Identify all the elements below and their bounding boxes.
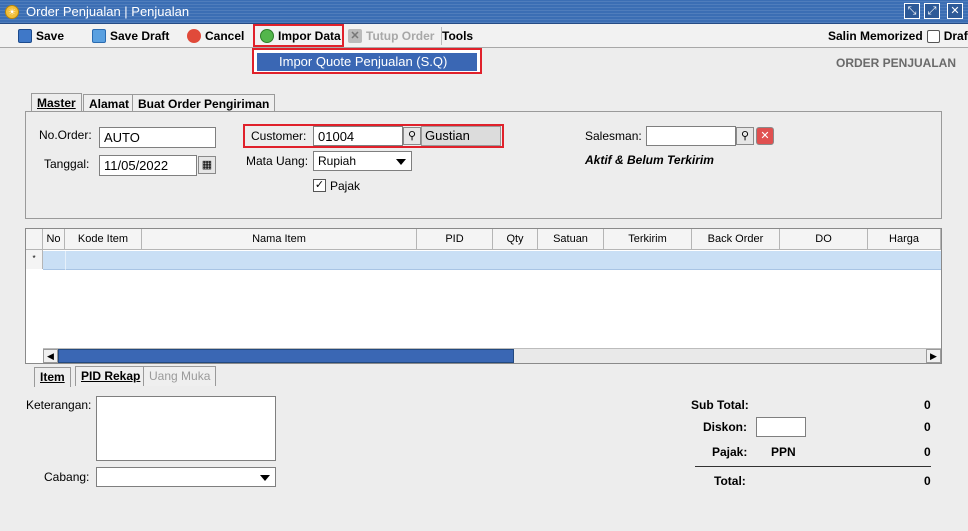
tab-pid-rekap[interactable]: PID Rekap	[75, 366, 147, 386]
discount-input[interactable]	[756, 417, 806, 437]
tab-order-label: Buat Order Pengiriman	[138, 97, 270, 111]
date-field[interactable]: 11/05/2022	[99, 155, 197, 176]
maximize-icon[interactable]: ⤢	[924, 3, 940, 19]
draft-label: Draft	[943, 29, 968, 43]
close-order-icon: ✕	[348, 29, 362, 43]
calendar-icon[interactable]: ▦	[198, 156, 216, 174]
save-draft-button[interactable]: Save Draft	[92, 27, 169, 45]
save-button[interactable]: Save	[18, 27, 64, 45]
save-label: Save	[36, 29, 65, 43]
scroll-left-icon[interactable]: ◀	[43, 349, 58, 363]
order-no-field[interactable]: AUTO	[99, 127, 216, 148]
col-harga[interactable]: Harga	[868, 229, 941, 250]
floppy-icon	[18, 29, 32, 43]
notes-label: Keterangan:	[26, 398, 92, 412]
salesman-field[interactable]	[646, 126, 736, 146]
tab-master-label: Master	[37, 96, 76, 110]
currency-label: Mata Uang:	[246, 154, 309, 168]
customer-name-field: Gustian	[421, 126, 501, 146]
branch-select[interactable]	[96, 467, 276, 487]
close-order-button[interactable]: ✕ Tutup Order	[348, 27, 434, 45]
tax-label: Pajak	[330, 179, 361, 193]
import-menu: Impor Quote Penjualan (S.Q)	[252, 48, 482, 74]
discount-value: 0	[924, 420, 931, 434]
import-data-label: Impor Data	[278, 28, 341, 43]
toolbar: Save Save Draft Cancel Impor Data ✕ Tutu…	[0, 24, 968, 48]
subtotal-value: 0	[924, 398, 931, 412]
tax-name: PPN	[771, 445, 796, 459]
close-order-label: Tutup Order	[366, 29, 435, 43]
totals-divider	[695, 466, 931, 467]
app-icon: ☀	[5, 5, 19, 19]
total-value: 0	[924, 474, 931, 488]
scroll-thumb[interactable]	[58, 349, 514, 363]
import-data-button[interactable]: Impor Data	[253, 24, 344, 47]
customer-code-field[interactable]: 01004	[313, 126, 403, 146]
title-bar: ☀ Order Penjualan | Penjualan ⤡ ⤢ ✕	[0, 0, 968, 24]
salesman-search-icon[interactable]: ⚲	[736, 127, 754, 145]
table-row[interactable]	[43, 251, 941, 270]
tax-amount-label: Pajak:	[712, 445, 748, 459]
col-pid[interactable]: PID	[417, 229, 493, 250]
items-grid: No Kode Item Nama Item PID Qty Satuan Te…	[25, 228, 942, 364]
tab-uang-muka[interactable]: Uang Muka	[143, 366, 217, 386]
close-icon[interactable]: ✕	[947, 3, 963, 19]
salesman-label: Salesman:	[585, 129, 642, 143]
col-kode-item[interactable]: Kode Item	[65, 229, 142, 250]
scroll-right-icon[interactable]: ▶	[926, 349, 941, 363]
tab-uang-muka-label: Uang Muka	[149, 369, 211, 383]
order-no-label: No.Order:	[39, 128, 92, 142]
draft-icon	[92, 29, 106, 43]
subtotal-label: Sub Total:	[691, 398, 749, 412]
plus-circle-icon	[260, 28, 274, 43]
tools-button[interactable]: Tools	[441, 27, 473, 45]
page-heading: ORDER PENJUALAN	[835, 56, 956, 70]
tab-pid-rekap-label: PID Rekap	[81, 369, 141, 383]
tools-label: Tools	[442, 29, 474, 43]
col-nama-item[interactable]: Nama Item	[142, 229, 417, 250]
window-title: Order Penjualan | Penjualan	[26, 4, 190, 19]
draft-checkbox[interactable]	[926, 29, 940, 43]
clear-icon[interactable]: ✕	[756, 127, 774, 145]
memorized-label: Salin Memorized	[828, 29, 923, 43]
row-marker[interactable]: *	[26, 250, 43, 269]
branch-label: Cabang:	[44, 470, 90, 484]
col-terkirim[interactable]: Terkirim	[604, 229, 692, 250]
tab-item-label: Item	[40, 370, 65, 384]
tax-checkbox[interactable]: ✓	[313, 179, 326, 192]
tab-alamat-label: Alamat	[89, 97, 130, 111]
cancel-button[interactable]: Cancel	[187, 27, 244, 45]
grid-corner	[26, 229, 43, 250]
row-divider	[65, 251, 66, 270]
col-do[interactable]: DO	[780, 229, 868, 250]
tab-item[interactable]: Item	[34, 367, 71, 387]
restore-icon[interactable]: ⤡	[904, 3, 920, 19]
import-sales-quote-item[interactable]: Impor Quote Penjualan (S.Q)	[257, 53, 477, 71]
horizontal-scrollbar[interactable]: ◀ ▶	[43, 348, 941, 363]
currency-select[interactable]: Rupiah	[313, 151, 412, 171]
date-label: Tanggal:	[44, 157, 90, 171]
customer-search-icon[interactable]: ⚲	[403, 127, 421, 145]
tab-master[interactable]: Master	[31, 93, 82, 113]
undo-icon	[187, 29, 201, 43]
discount-label: Diskon:	[703, 420, 748, 434]
cancel-label: Cancel	[205, 29, 245, 43]
order-status: Aktif & Belum Terkirim	[585, 153, 714, 167]
total-label: Total:	[714, 474, 746, 488]
memorized-toggle[interactable]: Salin Memorized Draft	[828, 27, 968, 45]
col-satuan[interactable]: Satuan	[538, 229, 604, 250]
col-no[interactable]: No	[43, 229, 65, 250]
customer-label: Customer:	[251, 129, 307, 143]
notes-textarea[interactable]	[96, 396, 276, 461]
save-draft-label: Save Draft	[110, 29, 170, 43]
master-panel: No.Order: AUTO Tanggal: 11/05/2022 ▦ Cus…	[25, 111, 942, 219]
col-qty[interactable]: Qty	[493, 229, 538, 250]
tax-amount-value: 0	[924, 445, 931, 459]
col-back-order[interactable]: Back Order	[692, 229, 780, 250]
